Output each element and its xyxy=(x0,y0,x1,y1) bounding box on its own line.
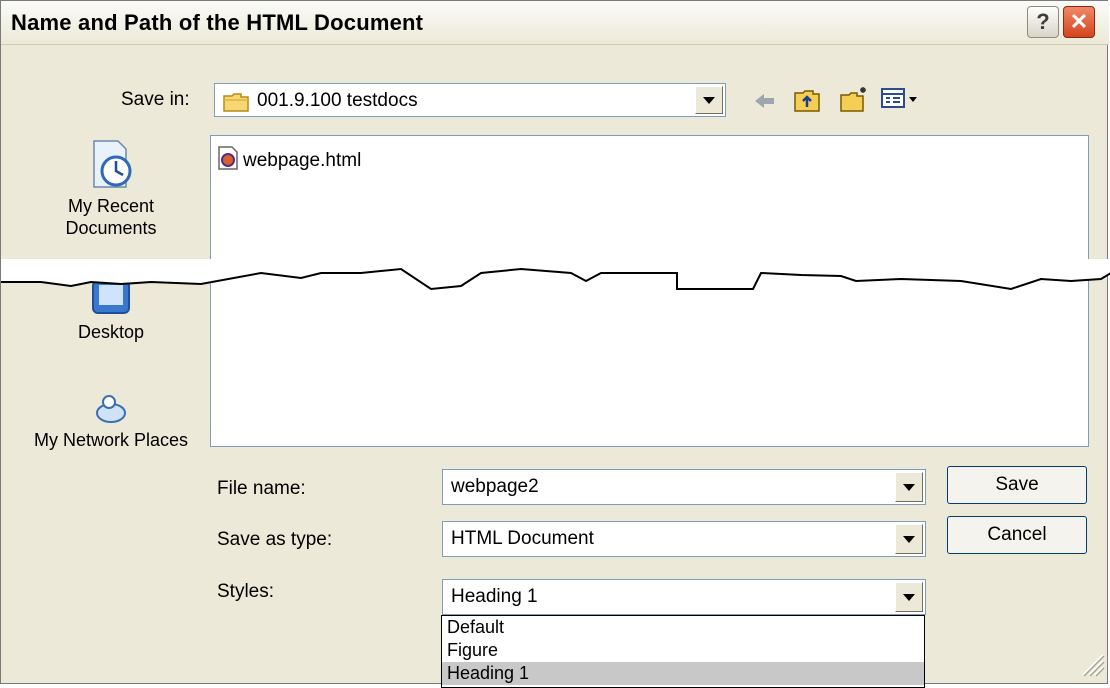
save-button-label: Save xyxy=(995,474,1039,495)
close-button[interactable]: ✕ xyxy=(1063,6,1095,38)
new-folder-icon[interactable] xyxy=(839,85,869,119)
file-item[interactable]: webpage.html xyxy=(217,146,361,176)
save-dialog: Name and Path of the HTML Document ? ✕ S… xyxy=(0,0,1110,684)
save-in-label: Save in: xyxy=(121,89,190,110)
views-menu-icon[interactable] xyxy=(881,87,921,117)
folder-icon xyxy=(223,92,249,118)
place-my-recent-documents[interactable]: My Recent Documents xyxy=(21,131,201,239)
file-name-label: File name: xyxy=(217,478,306,499)
styles-option[interactable]: Default xyxy=(442,616,924,639)
back-icon[interactable] xyxy=(753,91,777,117)
save-in-value: 001.9.100 testdocs xyxy=(257,90,418,111)
recent-documents-icon xyxy=(21,137,201,195)
save-as-type-label: Save as type: xyxy=(217,529,333,550)
help-button[interactable]: ? xyxy=(1027,6,1059,38)
up-folder-icon[interactable] xyxy=(793,87,821,119)
resize-grip-icon[interactable] xyxy=(1077,649,1105,677)
place-label: My Network Places xyxy=(33,430,189,450)
save-in-dropdown[interactable]: 001.9.100 testdocs xyxy=(214,83,726,117)
place-label: My Recent Documents xyxy=(65,196,157,238)
cancel-button-label: Cancel xyxy=(987,524,1047,545)
torn-edge xyxy=(1,259,1110,291)
file-name-value: webpage2 xyxy=(451,476,539,497)
styles-option-selected[interactable]: Heading 1 xyxy=(442,662,924,685)
save-as-type-value: HTML Document xyxy=(451,528,594,549)
styles-option[interactable]: Figure xyxy=(442,639,924,662)
styles-select[interactable]: Heading 1 xyxy=(442,579,926,615)
save-as-type-select[interactable]: HTML Document xyxy=(442,521,926,557)
styles-value: Heading 1 xyxy=(451,586,538,607)
html-file-icon xyxy=(217,146,239,176)
styles-dropdown-arrow[interactable] xyxy=(895,582,923,612)
cancel-button[interactable]: Cancel xyxy=(947,516,1087,554)
window-title: Name and Path of the HTML Document xyxy=(11,10,424,35)
file-name-dropdown-arrow[interactable] xyxy=(895,472,923,502)
save-as-type-dropdown-arrow[interactable] xyxy=(895,524,923,554)
network-places-icon xyxy=(21,393,201,429)
place-label: Desktop xyxy=(77,322,145,342)
file-name: webpage.html xyxy=(243,150,362,171)
save-button[interactable]: Save xyxy=(947,466,1087,504)
file-name-input[interactable]: webpage2 xyxy=(442,469,926,505)
save-in-dropdown-arrow[interactable] xyxy=(695,86,723,114)
title-bar: Name and Path of the HTML Document ? ✕ xyxy=(1,1,1109,45)
close-icon: ✕ xyxy=(1069,9,1089,34)
styles-dropdown-list: Default Figure Heading 1 xyxy=(441,615,925,688)
styles-label: Styles: xyxy=(217,581,275,602)
place-my-network-places[interactable]: My Network Places xyxy=(21,393,201,451)
help-icon: ? xyxy=(1036,9,1050,34)
